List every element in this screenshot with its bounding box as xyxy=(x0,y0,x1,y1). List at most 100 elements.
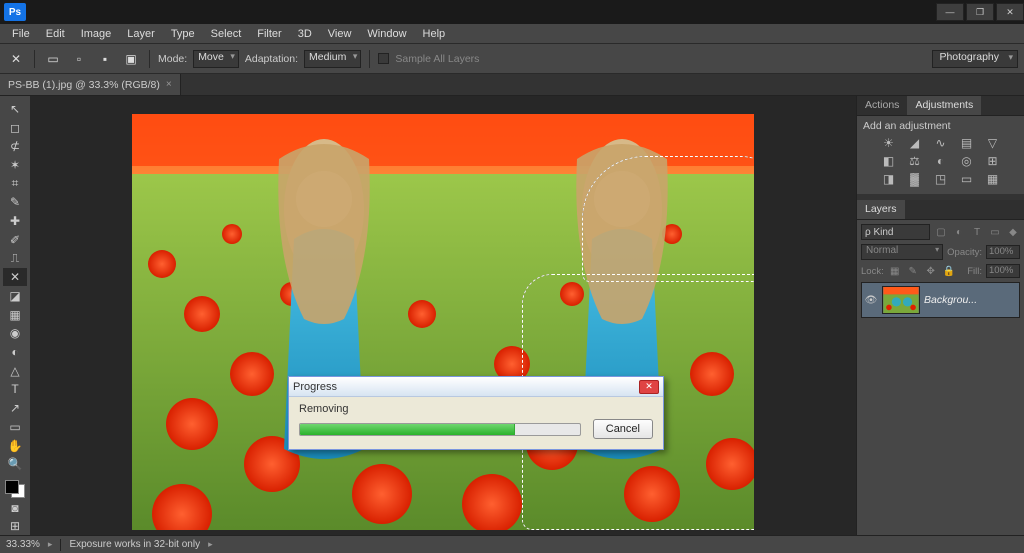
marquee-tool-icon[interactable]: ◻ xyxy=(3,119,27,137)
layer-filter-kind[interactable]: ρ Kind xyxy=(861,224,930,240)
crop-tool-icon[interactable]: ⌗ xyxy=(3,175,27,193)
clone-stamp-tool-icon[interactable]: ⎍ xyxy=(3,250,27,268)
channel-mixer-icon[interactable]: ⊞ xyxy=(984,154,1002,168)
exposure-icon[interactable]: ▤ xyxy=(958,136,976,150)
document-tabs: PS-BB (1).jpg @ 33.3% (RGB/8) × xyxy=(0,74,1024,96)
content-aware-move-tool-icon[interactable]: ✕ xyxy=(3,268,27,286)
options-bar: ✕ ▭ ▫ ▪ ▣ Mode: Move Adaptation: Medium … xyxy=(0,44,1024,74)
lock-label: Lock: xyxy=(861,266,884,277)
adjustments-panel: Add an adjustment ☀ ◢ ∿ ▤ ▽ ◧ ⚖ ◐ ◎ ⊞ ◨ … xyxy=(857,116,1024,194)
filter-shape-icon[interactable]: ▭ xyxy=(988,225,1002,239)
screen-mode-icon[interactable]: ⊞ xyxy=(3,517,27,535)
selection-marquee xyxy=(582,156,754,282)
lock-transparency-icon[interactable]: ▦ xyxy=(888,264,902,278)
pen-tool-icon[interactable]: △ xyxy=(3,362,27,380)
cancel-button[interactable]: Cancel xyxy=(593,419,653,439)
photo-filter-icon[interactable]: ◎ xyxy=(958,154,976,168)
blur-tool-icon[interactable]: ◉ xyxy=(3,324,27,342)
lock-image-icon[interactable]: ✎ xyxy=(906,264,920,278)
menu-filter[interactable]: Filter xyxy=(249,26,289,42)
workspace-switcher[interactable]: Photography xyxy=(932,50,1018,68)
menu-edit[interactable]: Edit xyxy=(38,26,73,42)
status-menu-icon[interactable]: ▸ xyxy=(208,539,213,550)
hue-sat-icon[interactable]: ◧ xyxy=(880,154,898,168)
hand-tool-icon[interactable]: ✋ xyxy=(3,437,27,455)
levels-icon[interactable]: ◢ xyxy=(906,136,924,150)
filter-type-icon[interactable]: T xyxy=(970,225,984,239)
invert-icon[interactable]: ◨ xyxy=(880,172,898,186)
document-canvas[interactable] xyxy=(132,114,754,530)
filter-adjust-icon[interactable]: ◐ xyxy=(952,225,966,239)
close-button[interactable]: ✕ xyxy=(996,3,1024,21)
selection-add-icon[interactable]: ▫ xyxy=(69,49,89,69)
menu-type[interactable]: Type xyxy=(163,26,203,42)
type-tool-icon[interactable]: T xyxy=(3,381,27,399)
foreground-color-swatch[interactable] xyxy=(5,480,19,494)
lasso-tool-icon[interactable]: ⊄ xyxy=(3,137,27,155)
gradient-tool-icon[interactable]: ▦ xyxy=(3,306,27,324)
menu-help[interactable]: Help xyxy=(415,26,454,42)
lock-all-icon[interactable]: 🔒 xyxy=(942,264,956,278)
dialog-titlebar[interactable]: Progress ✕ xyxy=(289,377,663,397)
menu-file[interactable]: File xyxy=(4,26,38,42)
minimize-button[interactable]: — xyxy=(936,3,964,21)
eyedropper-tool-icon[interactable]: ✎ xyxy=(3,194,27,212)
document-tab[interactable]: PS-BB (1).jpg @ 33.3% (RGB/8) × xyxy=(0,74,181,95)
menu-image[interactable]: Image xyxy=(73,26,120,42)
mode-select[interactable]: Move xyxy=(193,50,239,68)
zoom-level[interactable]: 33.33% xyxy=(6,539,40,550)
color-balance-icon[interactable]: ⚖ xyxy=(906,154,924,168)
dialog-close-icon[interactable]: ✕ xyxy=(639,380,659,394)
titlebar: Ps — ❐ ✕ xyxy=(0,0,1024,24)
layer-name[interactable]: Backgrou... xyxy=(924,294,977,306)
menu-layer[interactable]: Layer xyxy=(119,26,163,42)
threshold-icon[interactable]: ◳ xyxy=(932,172,950,186)
progress-bar xyxy=(299,423,581,436)
gradient-map-icon[interactable]: ▭ xyxy=(958,172,976,186)
path-selection-tool-icon[interactable]: ↗ xyxy=(3,399,27,417)
vibrance-icon[interactable]: ▽ xyxy=(984,136,1002,150)
filter-pixel-icon[interactable]: ▢ xyxy=(934,225,948,239)
menu-window[interactable]: Window xyxy=(359,26,414,42)
rectangle-tool-icon[interactable]: ▭ xyxy=(3,418,27,436)
content-aware-move-icon[interactable]: ✕ xyxy=(6,49,26,69)
selective-color-icon[interactable]: ▦ xyxy=(984,172,1002,186)
sample-all-layers-checkbox[interactable] xyxy=(378,53,389,64)
close-tab-icon[interactable]: × xyxy=(166,79,172,90)
selection-subtract-icon[interactable]: ▪ xyxy=(95,49,115,69)
eraser-tool-icon[interactable]: ◪ xyxy=(3,287,27,305)
tab-actions[interactable]: Actions xyxy=(857,96,907,115)
lock-position-icon[interactable]: ✥ xyxy=(924,264,938,278)
color-swatches[interactable] xyxy=(5,480,25,498)
menubar: File Edit Image Layer Type Select Filter… xyxy=(0,24,1024,44)
curves-icon[interactable]: ∿ xyxy=(932,136,950,150)
right-panel-group: Actions Adjustments Add an adjustment ☀ … xyxy=(856,96,1024,535)
menu-3d[interactable]: 3D xyxy=(290,26,320,42)
layer-row-background[interactable]: 👁 Backgrou... xyxy=(861,282,1020,318)
fill-value[interactable]: 100% xyxy=(986,264,1020,278)
selection-intersect-icon[interactable]: ▣ xyxy=(121,49,141,69)
blend-mode-select[interactable]: Normal xyxy=(861,244,943,260)
move-tool-icon[interactable]: ↖ xyxy=(3,100,27,118)
filter-smart-icon[interactable]: ◆ xyxy=(1006,225,1020,239)
dodge-tool-icon[interactable]: ◐ xyxy=(3,343,27,361)
window-controls: — ❐ ✕ xyxy=(934,3,1024,21)
restore-button[interactable]: ❐ xyxy=(966,3,994,21)
menu-select[interactable]: Select xyxy=(203,26,250,42)
quick-mask-icon[interactable]: ◙ xyxy=(3,499,27,517)
tab-layers[interactable]: Layers xyxy=(857,200,905,219)
bw-icon[interactable]: ◐ xyxy=(932,154,950,168)
brush-tool-icon[interactable]: ✐ xyxy=(3,231,27,249)
layer-visibility-icon[interactable]: 👁 xyxy=(864,293,878,307)
opacity-value[interactable]: 100% xyxy=(986,245,1020,259)
healing-brush-tool-icon[interactable]: ✚ xyxy=(3,212,27,230)
menu-view[interactable]: View xyxy=(320,26,360,42)
posterize-icon[interactable]: ▓ xyxy=(906,172,924,186)
tab-adjustments[interactable]: Adjustments xyxy=(907,96,981,115)
adaptation-select[interactable]: Medium xyxy=(304,50,361,68)
selection-new-icon[interactable]: ▭ xyxy=(43,49,63,69)
zoom-stepper-icon[interactable]: ▸ xyxy=(48,539,53,550)
magic-wand-tool-icon[interactable]: ✶ xyxy=(3,156,27,174)
brightness-contrast-icon[interactable]: ☀ xyxy=(880,136,898,150)
zoom-tool-icon[interactable]: 🔍 xyxy=(3,455,27,473)
